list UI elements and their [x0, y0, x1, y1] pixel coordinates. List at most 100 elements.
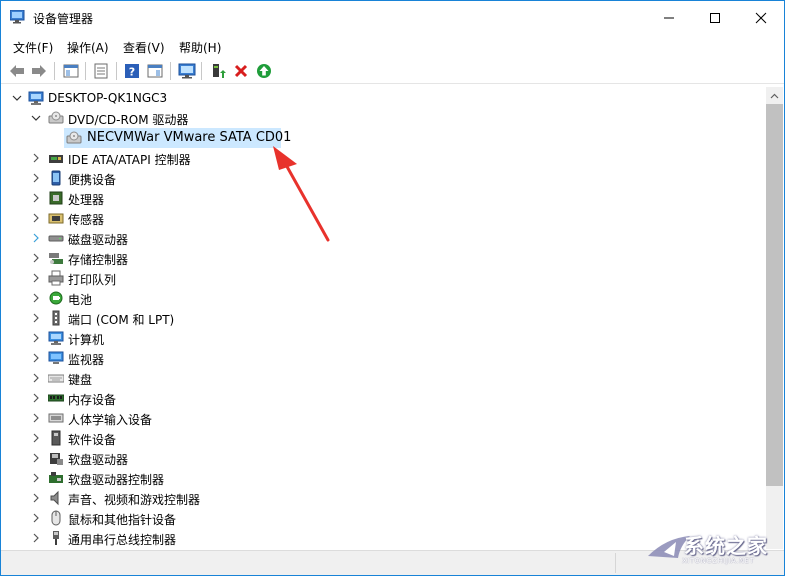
update-driver-button[interactable] — [208, 61, 228, 81]
tree-category[interactable]: 软盘驱动器控制器 — [2, 468, 766, 488]
tree-category[interactable]: 便携设备 — [2, 168, 766, 188]
device-manager-app-icon — [10, 10, 25, 24]
chevron-right-icon[interactable] — [31, 473, 41, 483]
enable-device-icon — [257, 64, 271, 78]
sensor-icon — [48, 213, 64, 224]
properties-button[interactable] — [91, 61, 111, 81]
portable-device-icon — [51, 170, 61, 186]
tree-category[interactable]: 鼠标和其他指针设备 — [2, 508, 766, 528]
chevron-right-icon[interactable] — [31, 413, 41, 423]
maximize-button[interactable] — [692, 1, 738, 34]
tree-category-label: 通用串行总线控制器 — [68, 533, 177, 547]
forward-button[interactable] — [29, 61, 49, 81]
chevron-right-icon[interactable] — [31, 313, 41, 323]
tree-category-label: 计算机 — [68, 333, 105, 347]
chevron-right-icon[interactable] — [31, 273, 41, 283]
close-icon — [755, 12, 767, 23]
vertical-scrollbar[interactable] — [766, 87, 783, 549]
title-bar[interactable]: 设备管理器 — [1, 1, 784, 34]
chevron-right-icon[interactable] — [31, 533, 41, 543]
tree-category[interactable]: 打印队列 — [2, 268, 766, 288]
view-pane-icon — [147, 64, 163, 78]
watermark-text: 系统之家 — [684, 534, 768, 558]
disk-drive-icon — [48, 235, 64, 242]
tree-root[interactable]: DESKTOP-QK1NGC3 — [2, 88, 766, 108]
tree-category-label: 软件设备 — [68, 433, 117, 447]
tree-category-label: 存储控制器 — [68, 253, 129, 267]
chevron-right-icon[interactable] — [31, 253, 41, 263]
tree-category[interactable]: IDE ATA/ATAPI 控制器 — [2, 148, 766, 168]
forward-icon — [32, 65, 46, 77]
tree-category[interactable]: 处理器 — [2, 188, 766, 208]
tree-category-label: IDE ATA/ATAPI 控制器 — [68, 153, 191, 167]
chevron-right-icon[interactable] — [31, 233, 41, 243]
view-pane-button[interactable] — [145, 61, 165, 81]
chevron-right-icon[interactable] — [31, 433, 41, 443]
enable-device-button[interactable] — [254, 61, 274, 81]
tree-category[interactable]: 磁盘驱动器 — [2, 228, 766, 248]
toolbar-separator — [170, 62, 171, 80]
tree-category[interactable]: 计算机 — [2, 328, 766, 348]
chevron-right-icon[interactable] — [31, 193, 41, 203]
status-divider — [615, 553, 616, 573]
chevron-right-icon[interactable] — [31, 393, 41, 403]
tree-category-label: 便携设备 — [68, 173, 117, 187]
tree-category[interactable]: 人体学输入设备 — [2, 408, 766, 428]
tree-category-label: 处理器 — [68, 193, 105, 207]
tree-category[interactable]: 键盘 — [2, 368, 766, 388]
scan-hardware-button[interactable] — [177, 61, 197, 81]
chevron-right-icon[interactable] — [31, 373, 41, 383]
menu-file[interactable]: 文件(F) — [13, 39, 53, 56]
dvd-drive-icon — [48, 111, 64, 124]
scroll-up-button[interactable] — [766, 87, 783, 104]
tree-category-dvd[interactable]: DVD/CD-ROM 驱动器 — [2, 108, 766, 128]
chevron-right-icon[interactable] — [31, 333, 41, 343]
chevron-right-icon[interactable] — [31, 213, 41, 223]
close-button[interactable] — [738, 1, 784, 34]
computer-icon — [48, 331, 64, 345]
chevron-right-icon[interactable] — [31, 353, 41, 363]
uninstall-button[interactable] — [231, 61, 251, 81]
tree-category[interactable]: 内存设备 — [2, 388, 766, 408]
tree-category[interactable]: 声音、视频和游戏控制器 — [2, 488, 766, 508]
tree-category[interactable]: 软盘驱动器 — [2, 448, 766, 468]
toolbar-separator — [201, 62, 202, 80]
tree-category-label: 人体学输入设备 — [68, 413, 153, 427]
scrollbar-thumb[interactable] — [766, 104, 783, 486]
tree-category[interactable]: 电池 — [2, 288, 766, 308]
floppy-drive-icon — [50, 453, 63, 465]
tree-category-label: 监视器 — [68, 353, 105, 367]
chevron-right-icon[interactable] — [31, 493, 41, 503]
svg-text:?: ? — [129, 66, 135, 79]
tree-category[interactable]: 监视器 — [2, 348, 766, 368]
tree-category[interactable]: 存储控制器 — [2, 248, 766, 268]
tree-category-label: 声音、视频和游戏控制器 — [68, 493, 201, 507]
chevron-right-icon[interactable] — [31, 173, 41, 183]
chevron-down-icon[interactable] — [31, 113, 41, 123]
computer-icon — [28, 91, 44, 105]
port-icon — [52, 310, 60, 326]
chevron-right-icon[interactable] — [31, 453, 41, 463]
back-button[interactable] — [7, 61, 27, 81]
tree-category[interactable]: 端口 (COM 和 LPT) — [2, 308, 766, 328]
tree-category-label: 端口 (COM 和 LPT) — [68, 313, 175, 327]
show-hide-tree-button[interactable] — [61, 61, 81, 81]
chevron-right-icon[interactable] — [31, 153, 41, 163]
chevron-right-icon[interactable] — [31, 293, 41, 303]
help-button[interactable]: ? — [122, 61, 142, 81]
menu-help[interactable]: 帮助(H) — [179, 39, 221, 56]
tree-device-node[interactable]: NECVMWar VMware SATA CD01 — [2, 128, 766, 148]
tree-category-label: 鼠标和其他指针设备 — [68, 513, 177, 527]
sound-icon — [50, 490, 59, 506]
tree-category-label: 电池 — [68, 293, 93, 307]
dvd-drive-icon — [66, 131, 82, 144]
minimize-button[interactable] — [646, 1, 692, 34]
chevron-down-icon[interactable] — [12, 93, 22, 103]
tree-category[interactable]: 软件设备 — [2, 428, 766, 448]
storage-controller-icon — [49, 253, 63, 264]
chevron-right-icon[interactable] — [31, 513, 41, 523]
tree-category[interactable]: 传感器 — [2, 208, 766, 228]
memory-icon — [48, 394, 64, 402]
menu-action[interactable]: 操作(A) — [67, 39, 109, 56]
menu-view[interactable]: 查看(V) — [123, 39, 165, 56]
